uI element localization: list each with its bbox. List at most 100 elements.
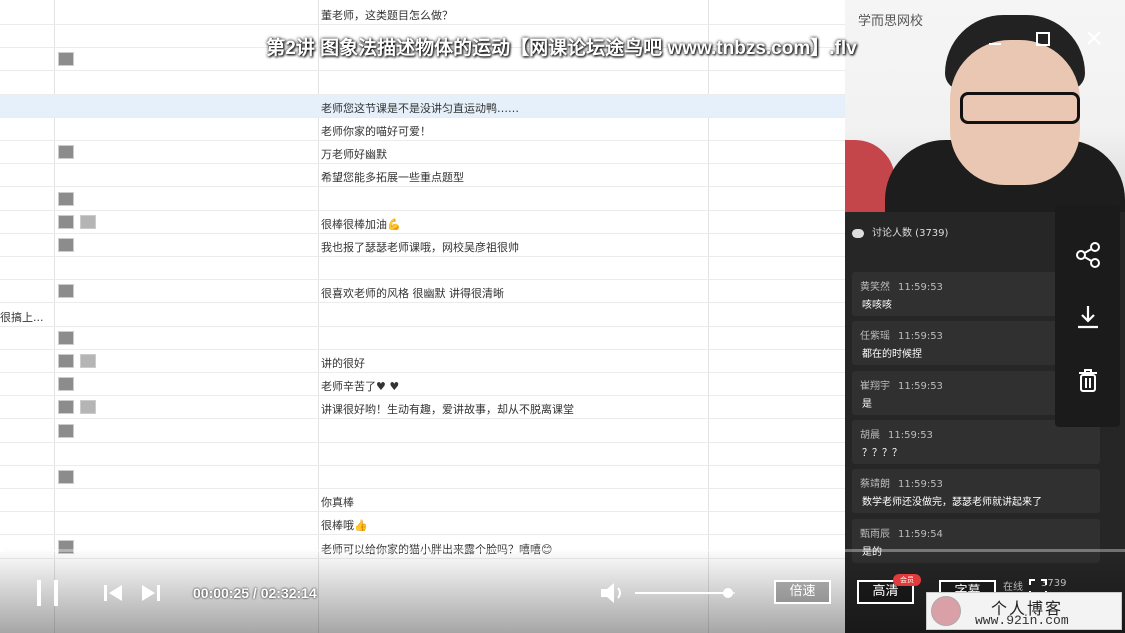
sheet-row: 董老师，这类题目怎么做？: [0, 2, 845, 25]
side-action-panel: [1055, 205, 1120, 427]
sheet-row: [0, 72, 845, 95]
chat-text: 都在的时候捏: [862, 349, 922, 361]
chat-author-time: 胡晨 11:59:53: [860, 426, 933, 441]
chat-bubble-icon: [852, 228, 864, 238]
volume-icon[interactable]: [598, 580, 626, 610]
sheet-row: 讲的很好: [0, 350, 845, 373]
sheet-row: 很喜欢老师的风格 很幽默 讲得很清晰: [0, 280, 845, 304]
comment-text: 希望您能多拓展一些重点题型: [321, 171, 464, 185]
comment-text: 讲课很好哟！生动有趣，爱讲故事，却从不脱离课堂: [321, 403, 574, 417]
volume-fill: [635, 592, 728, 594]
sheet-row: 很棒很棒加油💪: [0, 211, 845, 234]
brand-label: 学而思网校: [858, 14, 924, 29]
comment-text: 老师辛苦了♥ ♥: [321, 380, 400, 394]
chat-author: 黄笑然: [860, 282, 890, 293]
chat-header: 讨论人数 (3739): [852, 224, 948, 239]
progress-bar[interactable]: [0, 549, 1125, 552]
video-frame-sheet: 董老师，这类题目怎么做？ 老师您这节课是不是没讲匀直运动鸭…… 老师你家的喵好可爱！…: [0, 0, 845, 633]
download-icon[interactable]: [1055, 287, 1120, 347]
chat-author-time: 甄雨辰 11:59:54: [860, 525, 943, 540]
close-icon[interactable]: [1081, 28, 1107, 52]
next-icon[interactable]: [140, 583, 162, 607]
watermark-avatar: [931, 596, 961, 626]
chat-author: 任紫瑶: [860, 331, 890, 343]
sheet-row: 老师您这节课是不是没讲匀直运动鸭……: [0, 94, 845, 118]
chat-author-time: 任紫瑶 11:59:53: [860, 327, 943, 342]
left-cell-text: 很搞上...: [0, 310, 44, 324]
avatar-thumbnail: [58, 377, 74, 392]
avatar-thumbnail: [58, 330, 74, 345]
chat-participant-count: 讨论人数 (3739): [872, 228, 949, 239]
comment-text: 万老师好幽默: [321, 148, 387, 162]
minimize-icon[interactable]: [982, 28, 1008, 52]
sheet-row: [0, 257, 845, 281]
avatar-thumbnail: [58, 214, 74, 229]
avatar-thumbnail: [58, 284, 74, 299]
avatar-thumbnail: [58, 470, 74, 484]
pause-icon[interactable]: [34, 578, 64, 608]
speed-button[interactable]: 倍速: [774, 580, 831, 604]
avatar-thumbnail: [80, 354, 96, 368]
comment-text: 老师您这节课是不是没讲匀直运动鸭……: [321, 101, 519, 115]
sheet-row: 我也报了瑟瑟老师课哦，网校吴彦祖很帅: [0, 234, 845, 257]
avatar-thumbnail: [58, 400, 74, 415]
chat-author: 甄雨辰: [860, 528, 890, 540]
sheet-row: 你真棒: [0, 489, 845, 513]
avatar-thumbnail: [80, 400, 96, 415]
trash-icon[interactable]: [1055, 350, 1120, 410]
comment-text: 很喜欢老师的风格 很幽默 讲得很清晰: [321, 287, 504, 301]
watermark-url: www.92in.com: [975, 613, 1069, 628]
sheet-row: 老师你家的喵好可爱！: [0, 118, 845, 141]
chat-time: 11:59:53: [898, 282, 943, 293]
comment-text: 很棒哦👍: [321, 519, 368, 533]
video-player[interactable]: 董老师，这类题目怎么做？ 老师您这节课是不是没讲匀直运动鸭…… 老师你家的喵好可爱！…: [0, 0, 1125, 633]
avatar-thumbnail: [58, 145, 74, 160]
avatar-thumbnail: [58, 238, 74, 252]
sheet-row: [0, 188, 845, 211]
chat-author: 胡晨: [860, 429, 880, 441]
maximize-icon[interactable]: [1030, 28, 1056, 52]
comment-text: 我也报了瑟瑟老师课哦，网校吴彦祖很帅: [321, 241, 519, 254]
chat-text: 数学老师还没做完，瑟瑟老师就讲起来了: [862, 497, 1042, 509]
comment-text: 讲的很好: [321, 357, 365, 370]
chat-text: 是: [862, 398, 872, 410]
sheet-row: 很棒哦👍: [0, 512, 845, 536]
comment-text: 你真棒: [321, 496, 354, 510]
chat-author-time: 蔡靖朗 11:59:53: [860, 475, 943, 490]
chat-text: ？？？？: [862, 447, 902, 459]
blog-watermark: 个人博客 www.92in.com: [926, 592, 1122, 630]
video-title: 第2讲 图象法描述物体的运动【网课论坛途鸟吧 www.tnbzs.com】.fl…: [266, 38, 857, 59]
progress-fill: [0, 549, 4, 552]
avatar-thumbnail: [58, 354, 74, 368]
previous-icon[interactable]: [102, 583, 124, 607]
online-label: 在线: [1003, 582, 1023, 593]
chat-time: 11:59:53: [898, 380, 943, 392]
volume-knob[interactable]: [723, 588, 733, 598]
chat-time: 11:59:53: [888, 429, 933, 441]
sheet-row: 很搞上...: [0, 304, 845, 327]
sheet-row: [0, 466, 845, 489]
volume-slider[interactable]: [635, 588, 735, 598]
chat-author: 崔翔宇: [860, 380, 890, 392]
playback-time: 00:00:25 / 02:32:14: [193, 585, 317, 601]
avatar-thumbnail: [58, 191, 74, 206]
avatar-thumbnail: [58, 423, 74, 438]
sheet-row: 讲课很好哟！生动有趣，爱讲故事，却从不脱离课堂: [0, 396, 845, 420]
sheet-row: [0, 327, 845, 350]
sheet-row: 老师辛苦了♥ ♥: [0, 373, 845, 397]
sheet-row: 万老师好幽默: [0, 141, 845, 165]
teacher-glasses: [960, 92, 1080, 124]
chat-time: 11:59:53: [898, 479, 943, 491]
chat-author: 蔡靖朗: [860, 479, 890, 491]
sheet-row: 希望您能多拓展一些重点题型: [0, 164, 845, 188]
comment-text: 老师你家的喵好可爱！: [321, 125, 431, 138]
chat-author-time: 崔翔宇 11:59:53: [860, 377, 943, 392]
share-icon[interactable]: [1055, 225, 1120, 285]
avatar-thumbnail: [80, 214, 96, 229]
chat-text: 咳咳咳: [862, 300, 892, 311]
chat-author-time: 黄笑然 11:59:53: [860, 278, 943, 293]
vip-badge: 会员: [893, 574, 921, 586]
comment-text: 董老师，这类题目怎么做？: [321, 9, 453, 22]
chat-time: 11:59:54: [898, 528, 943, 540]
sheet-row: [0, 420, 845, 443]
